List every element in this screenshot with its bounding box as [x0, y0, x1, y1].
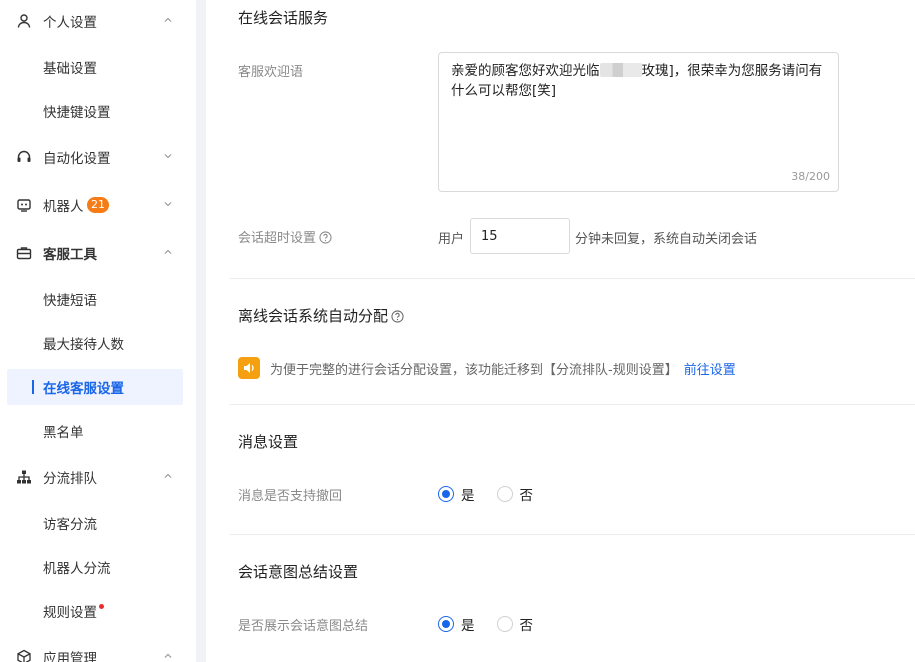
- sidebar-group-label: 个人设置: [43, 15, 97, 31]
- intent-summary-radio-group: 是 否: [438, 614, 555, 634]
- sidebar: 个人设置 基础设置 快捷键设置 自动化设置 机器人 21 客服工具 快捷短语 最…: [0, 0, 196, 662]
- section-title-offline-assign-text: 离线会话系统自动分配: [238, 307, 389, 325]
- sidebar-group-app-management[interactable]: 应用管理: [0, 637, 196, 662]
- speaker-icon: [238, 357, 260, 379]
- sidebar-item-label: 快捷短语: [43, 293, 97, 309]
- headset-icon: [17, 150, 31, 162]
- toolbox-icon: [16, 247, 32, 260]
- sidebar-group-personal-settings[interactable]: 个人设置: [0, 1, 196, 41]
- session-timeout-label-text: 会话超时设置: [238, 231, 317, 246]
- sidebar-item-label: 机器人分流: [43, 561, 111, 577]
- section-title-intent-summary: 会话意图总结设置: [238, 563, 359, 581]
- cube-icon: [17, 649, 31, 662]
- sidebar-group-robot[interactable]: 机器人 21: [0, 185, 196, 225]
- radio-label-yes[interactable]: 是: [461, 484, 475, 504]
- radio-label-no[interactable]: 否: [520, 484, 534, 504]
- sidebar-item-online-service-settings[interactable]: 在线客服设置: [7, 369, 183, 405]
- active-indicator: [32, 380, 34, 394]
- section-title-online-session: 在线会话服务: [238, 9, 329, 27]
- go-to-settings-link[interactable]: 前往设置: [684, 359, 736, 378]
- new-dot: [99, 604, 104, 609]
- sidebar-item-label: 最大接待人数: [43, 337, 124, 353]
- chevron-down-icon: [164, 202, 172, 207]
- timeout-suffix: 分钟未回复，系统自动关闭会话: [575, 232, 758, 247]
- timeout-prefix: 用户: [438, 232, 465, 247]
- chevron-down-icon: [164, 154, 172, 159]
- settings-panel: 在线会话服务 客服欢迎语 亲爱的顾客您好欢迎光临 玫瑰]，很荣幸为您服务请问有什么…: [206, 0, 915, 662]
- sidebar-group-label: 机器人: [43, 199, 84, 215]
- sidebar-group-label: 客服工具: [43, 247, 97, 263]
- sidebar-item-label: 在线客服设置: [43, 381, 124, 397]
- sidebar-item-max-reception[interactable]: 最大接待人数: [0, 325, 196, 361]
- intent-summary-label: 是否展示会话意图总结: [238, 619, 369, 634]
- sidebar-group-label: 自动化设置: [43, 151, 111, 167]
- sidebar-item-shortcut-settings[interactable]: 快捷键设置: [0, 93, 196, 129]
- sidebar-item-visitor-routing[interactable]: 访客分流: [0, 505, 196, 541]
- migration-notice: 为便于完整的进行会话分配设置，该功能迁移到【分流排队-规则设置】 前往设置: [238, 356, 736, 380]
- recall-yes-radio[interactable]: [438, 486, 454, 502]
- divider: [230, 278, 915, 279]
- sidebar-item-label: 基础设置: [43, 61, 97, 77]
- session-timeout-label: 会话超时设置: [238, 227, 332, 246]
- welcome-text-part1: 亲爱的顾客您好欢迎光临: [451, 63, 600, 79]
- user-icon: [17, 14, 31, 28]
- sidebar-group-label: 应用管理: [43, 651, 97, 662]
- sidebar-item-label: 黑名单: [43, 425, 84, 441]
- blurred-shop-name: [599, 63, 642, 77]
- sidebar-item-label: 规则设置: [43, 605, 97, 621]
- help-icon[interactable]: [319, 231, 332, 244]
- welcome-message-label: 客服欢迎语: [238, 65, 304, 80]
- chevron-up-icon: [164, 249, 172, 254]
- chevron-up-icon: [164, 17, 172, 22]
- intent-no-radio[interactable]: [496, 616, 513, 632]
- sidebar-item-basic-settings[interactable]: 基础设置: [0, 49, 196, 85]
- message-recall-label: 消息是否支持撤回: [238, 489, 343, 504]
- notice-text: 为便于完整的进行会话分配设置，该功能迁移到【分流排队-规则设置】: [270, 362, 678, 378]
- sidebar-item-label: 快捷键设置: [43, 105, 111, 121]
- radio-label-no[interactable]: 否: [520, 614, 534, 634]
- chevron-up-icon: [164, 473, 172, 478]
- section-title-offline-assign: 离线会话系统自动分配: [238, 305, 404, 326]
- divider: [230, 404, 915, 405]
- timeout-minutes-input[interactable]: [470, 218, 570, 254]
- welcome-message-textarea[interactable]: 亲爱的顾客您好欢迎光临 玫瑰]，很荣幸为您服务请问有什么可以帮您[笑] 38/20…: [438, 52, 839, 192]
- sidebar-group-label: 分流排队: [43, 471, 97, 487]
- help-icon[interactable]: [391, 310, 404, 323]
- message-recall-radio-group: 是 否: [438, 484, 555, 504]
- divider: [230, 534, 915, 535]
- sidebar-group-automation[interactable]: 自动化设置: [0, 137, 196, 177]
- sidebar-item-robot-routing[interactable]: 机器人分流: [0, 549, 196, 585]
- recall-no-radio[interactable]: [496, 486, 513, 502]
- sidebar-item-rule-settings[interactable]: 规则设置: [0, 593, 196, 629]
- intent-yes-radio[interactable]: [438, 616, 454, 632]
- sidebar-item-blacklist[interactable]: 黑名单: [0, 413, 196, 449]
- org-chart-icon: [17, 470, 31, 484]
- notification-badge: 21: [87, 197, 109, 213]
- sidebar-item-quick-phrases[interactable]: 快捷短语: [0, 281, 196, 317]
- sidebar-item-label: 访客分流: [43, 517, 97, 533]
- radio-label-yes[interactable]: 是: [461, 614, 475, 634]
- sidebar-group-routing-queue[interactable]: 分流排队: [0, 457, 196, 497]
- section-title-message-settings: 消息设置: [238, 433, 299, 451]
- chevron-up-icon: [164, 653, 172, 658]
- robot-icon: [17, 199, 31, 212]
- sidebar-group-service-tools[interactable]: 客服工具: [0, 233, 196, 273]
- char-counter: 38/200: [791, 170, 830, 183]
